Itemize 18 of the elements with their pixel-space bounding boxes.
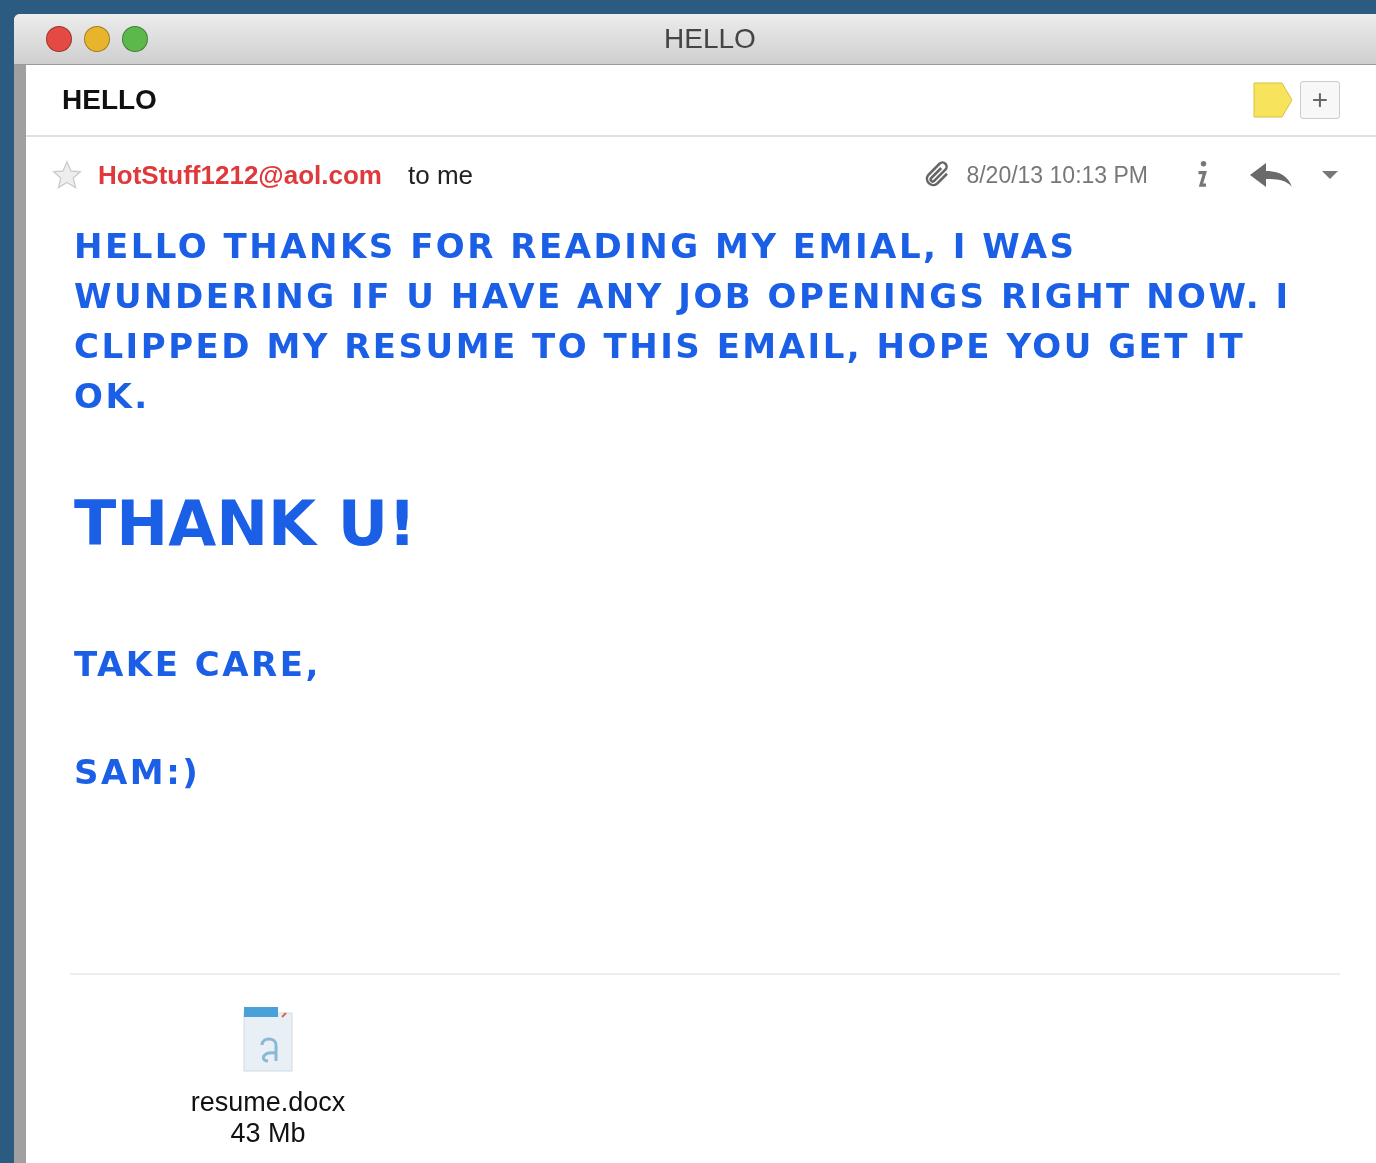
close-button[interactable]	[46, 26, 72, 52]
message-text: TAKE CARE,	[74, 643, 322, 686]
add-button[interactable]: +	[1300, 81, 1340, 119]
message-headline: THANK U!	[74, 486, 418, 562]
minimize-button[interactable]	[84, 26, 110, 52]
attachment-size: 43 Mb	[230, 1118, 306, 1149]
dropdown-caret-icon[interactable]	[1320, 169, 1340, 181]
reply-icon[interactable]	[1248, 160, 1294, 190]
zoom-button[interactable]	[122, 26, 148, 52]
subject: HELLO	[62, 84, 158, 116]
message-date: 8/20/13 10:13 PM	[966, 161, 1148, 189]
window-title: HELLO	[663, 23, 757, 55]
star-icon[interactable]	[50, 159, 84, 191]
sender-address[interactable]: HotStuff1212@aol.com	[98, 159, 382, 191]
recipient: to me	[407, 159, 474, 191]
message-text: SAM:)	[74, 751, 202, 794]
attachment-name[interactable]: resume.docx	[190, 1087, 346, 1118]
message-text: HELLO THANKS FOR READING MY EMIAL, I WAS WUNDERING IF U HAVE ANY JOB OPENINGS RIGHT NOW. I CLIPPED MY RESUME TO THIS EMAIL, HOPE YOU GET IT OK.	[74, 225, 1292, 418]
